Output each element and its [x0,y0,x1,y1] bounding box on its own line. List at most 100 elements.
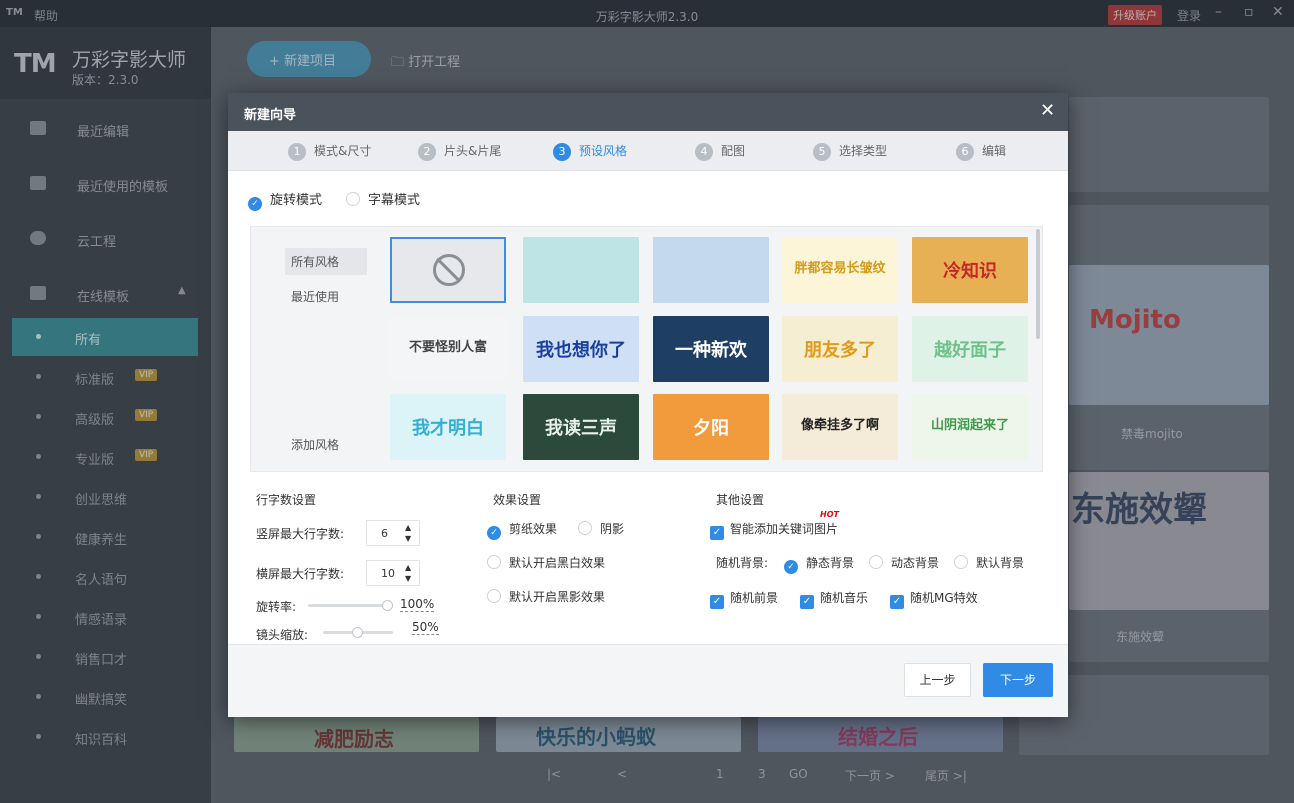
default-bg-radio[interactable]: 默认背景 [954,554,1024,571]
new-wizard-dialog: 新建向导 ✕ 1 模式&尺寸 2 片头&片尾 3 预设风格 4 配图 5 选择类型 6 编辑… [228,93,1068,717]
radio-label: 旋转模式 [270,193,323,208]
category-all-styles[interactable]: 所有风格 [285,248,367,275]
style-thumbnail[interactable]: 我读三声 [523,394,639,460]
thumbnail-text: 我才明白 [412,418,484,439]
thumbnail-text: 一种新欢 [675,340,747,361]
radio-label: 字幕模式 [368,193,421,208]
thumbnail-text: 朋友多了 [804,340,876,361]
dynamic-bg-radio[interactable]: 动态背景 [869,554,939,571]
style-thumbnail[interactable]: 像牵挂多了啊 [782,394,898,460]
thumbnail-text: 山阴润起来了 [930,418,1009,433]
option-label: 默认开启黑影效果 [509,590,606,604]
checkbox-checked-icon: ✓ [890,595,904,609]
thumbnail-text: 胖都容易长皱纹 [794,261,886,276]
shadow-radio[interactable]: 阴影 [578,520,624,537]
effect-settings-title: 效果设置 [493,493,542,507]
option-label: 智能添加关键词图片 [730,522,839,536]
random-mg-checkbox[interactable]: ✓ 随机MG特效 [890,589,978,609]
radio-checked-icon: ✓ [487,526,501,540]
style-thumbnail[interactable] [653,237,769,303]
thumbnail-text: 冷知识 [943,261,997,282]
bw-effect-checkbox[interactable]: 默认开启黑白效果 [487,554,605,571]
option-label: 阴影 [600,522,625,536]
category-add-style[interactable]: 添加风格 [285,431,367,458]
rotate-mode-radio[interactable]: ✓ 旋转模式 [248,189,322,211]
stepper-value: 6 [381,527,388,540]
style-thumbnail[interactable]: 夕阳 [653,394,769,460]
step-number: 6 [956,142,974,161]
step-edit[interactable]: 6 编辑 [956,142,1006,161]
thumbnail-text: 夕阳 [693,418,729,439]
style-thumbnail[interactable]: 不要怪别人富 [390,316,506,382]
step-label: 模式&尺寸 [314,144,372,158]
radio-checked-icon: ✓ [784,560,798,574]
style-thumbnail[interactable]: 越好面子 [912,316,1028,382]
line-settings-title: 行字数设置 [256,493,317,507]
step-label: 片头&片尾 [444,144,502,158]
black-shadow-checkbox[interactable]: 默认开启黑影效果 [487,588,605,605]
thumbnail-text: 我也想你了 [536,340,626,361]
checkbox-checked-icon: ✓ [710,526,724,540]
rotation-label: 旋转率: [256,600,297,614]
gallery-scrollbar[interactable] [1036,229,1040,339]
random-fg-checkbox[interactable]: ✓ 随机前景 [710,589,778,609]
slider-handle[interactable] [382,600,393,611]
slider-handle[interactable] [352,627,363,638]
random-music-checkbox[interactable]: ✓ 随机音乐 [800,589,868,609]
radio-unchecked-icon [869,555,883,569]
step-label: 配图 [721,144,746,158]
checkbox-unchecked-icon [487,589,501,603]
style-thumbnail[interactable]: 我也想你了 [523,316,639,382]
step-mode-size[interactable]: 1 模式&尺寸 [288,142,371,161]
dialog-header: 新建向导 ✕ [228,93,1068,131]
step-number: 5 [813,142,831,161]
stepper-arrows-icon[interactable]: ▲ ▼ [405,562,411,584]
zoom-value: 50% [412,620,439,635]
step-images[interactable]: 4 配图 [695,142,745,161]
option-label: 剪纸效果 [509,522,558,536]
dialog-footer: 上一步 下一步 [228,644,1068,717]
category-recent[interactable]: 最近使用 [285,283,367,310]
option-label: 随机MG特效 [910,591,978,605]
step-label: 预设风格 [579,144,628,158]
static-bg-radio[interactable]: ✓ 静态背景 [784,554,854,574]
hot-badge: HOT [820,510,839,519]
style-thumbnail[interactable]: 冷知识 [912,237,1028,303]
radio-checked-icon: ✓ [248,197,262,211]
random-bg-label: 随机背景: [716,556,769,570]
style-thumbnail[interactable]: 我才明白 [390,394,506,460]
checkbox-checked-icon: ✓ [710,595,724,609]
step-label: 编辑 [982,144,1007,158]
zoom-slider[interactable] [323,627,393,638]
style-thumbnail[interactable]: 胖都容易长皱纹 [782,237,898,303]
subtitle-mode-radio[interactable]: 字幕模式 [346,189,420,208]
other-settings-title: 其他设置 [716,493,765,507]
rotation-value: 100% [400,597,435,612]
close-icon[interactable]: ✕ [1040,100,1055,121]
rotation-slider[interactable] [308,600,393,611]
stepper-arrows-icon[interactable]: ▲ ▼ [405,522,411,544]
portrait-max-stepper[interactable]: 6 ▲ ▼ [366,520,420,546]
smart-image-checkbox[interactable]: ✓ 智能添加关键词图片 [710,520,838,540]
stepper-value: 10 [381,567,395,580]
zoom-label: 镜头缩放: [256,628,309,642]
step-intro-outro[interactable]: 2 片头&片尾 [418,142,501,161]
style-thumbnail[interactable]: 朋友多了 [782,316,898,382]
dialog-title: 新建向导 [244,108,297,123]
radio-unchecked-icon [954,555,968,569]
next-step-button[interactable]: 下一步 [983,663,1053,697]
step-select-type[interactable]: 5 选择类型 [813,142,887,161]
radio-unchecked-icon [578,521,592,535]
checkbox-unchecked-icon [487,555,501,569]
paper-cut-radio[interactable]: ✓ 剪纸效果 [487,520,557,540]
step-number: 1 [288,142,306,161]
thumbnail-text: 越好面子 [934,340,1006,361]
style-thumbnail[interactable] [523,237,639,303]
prev-step-button[interactable]: 上一步 [904,663,971,697]
style-thumbnail[interactable]: 山阴润起来了 [912,394,1028,460]
landscape-max-stepper[interactable]: 10 ▲ ▼ [366,560,420,586]
step-number: 3 [553,142,571,161]
style-thumbnail-none[interactable] [390,237,506,303]
style-thumbnail[interactable]: 一种新欢 [653,316,769,382]
step-preset-style[interactable]: 3 预设风格 [553,142,627,161]
